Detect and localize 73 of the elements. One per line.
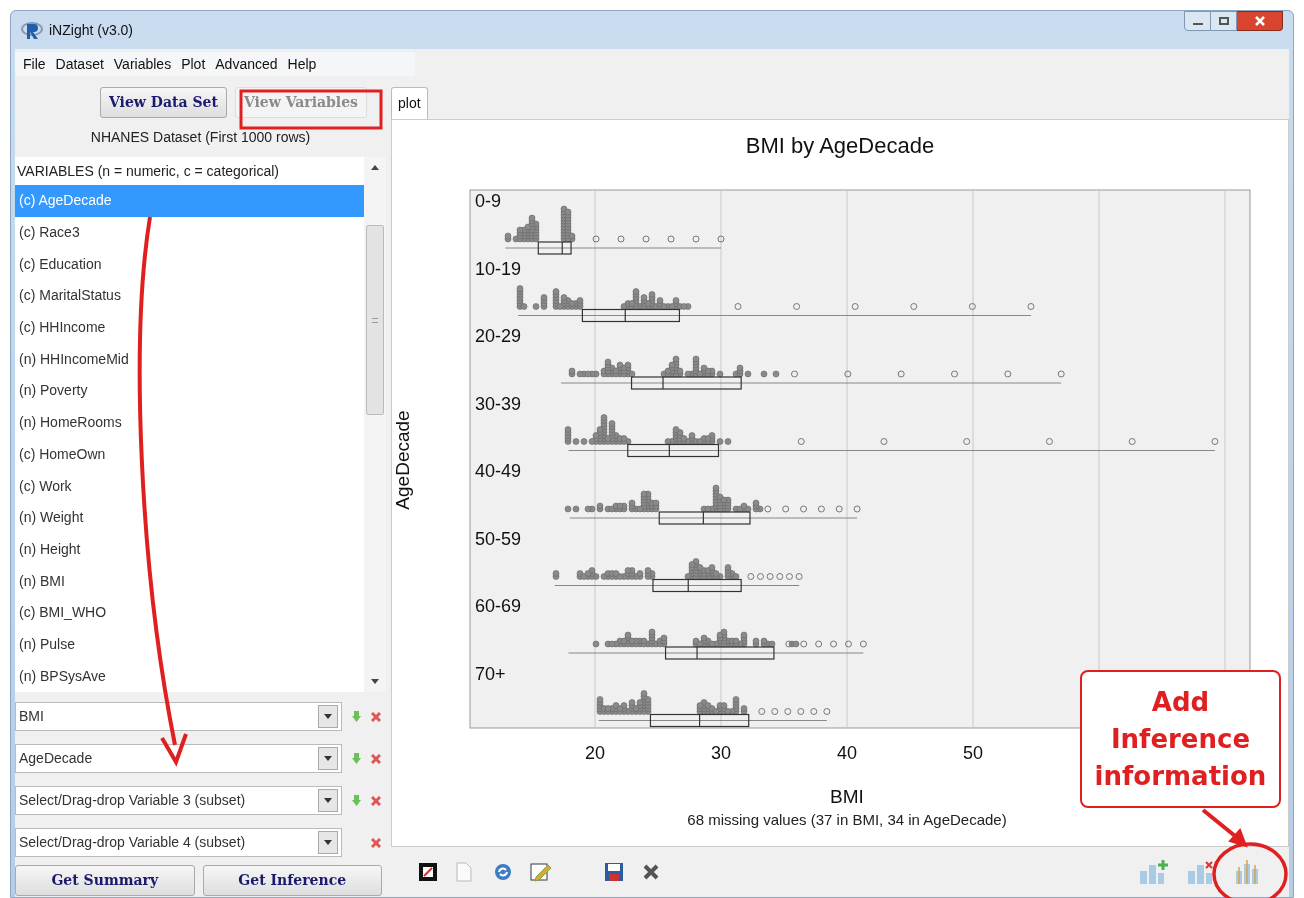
variable-item[interactable]: (c) Education [15,248,364,281]
group-label: 40-49 [475,461,522,481]
view-button[interactable]: View Data Set [100,87,227,118]
variable-item[interactable]: (n) HomeRooms [15,406,364,439]
menu-item[interactable]: Dataset [50,53,109,75]
close-button[interactable] [1237,11,1283,31]
menu-item[interactable]: File [18,53,51,75]
group-label: 0-9 [475,191,501,211]
variable-item[interactable]: (n) BMI [15,565,364,597]
missing-values-note: 68 missing values (37 in BMI, 34 in AgeDecade) [687,811,1007,828]
edit-icon[interactable] [530,861,552,883]
variable-dropdown[interactable]: AgeDecade [15,744,342,773]
menu-item[interactable]: Variables [108,53,177,75]
axis-tick-label: 50 [963,743,983,763]
r-logo-icon [21,20,43,40]
group-label: 10-19 [475,258,522,279]
graph-window-icon[interactable] [418,862,438,882]
minimize-button[interactable] [1184,11,1211,31]
scroll-thumb[interactable] [366,225,384,415]
variable-item[interactable]: (n) Height [15,533,364,566]
group-label: 50-59 [475,528,522,549]
dropdown-arrow-icon[interactable] [324,714,332,719]
plot-title: BMI by AgeDecade [745,133,935,158]
menu-item[interactable]: Help [282,53,322,75]
variable-item[interactable]: (n) Pulse [15,628,364,661]
plot-tab[interactable]: plot [391,87,428,119]
variable-item[interactable]: (c) HHIncome [15,311,364,344]
variable-item[interactable]: (n) HHIncomeMid [15,343,364,376]
refresh-icon[interactable] [494,863,512,881]
group-label: 20-29 [475,326,522,346]
variable-item[interactable]: (c) BMI_WHO [15,596,364,629]
callout-text: Add Inference information [1080,670,1281,808]
dropdown-arrow-icon[interactable] [324,798,332,803]
variable-dropdown[interactable]: Select/Drag-drop Variable 4 (subset) [15,828,342,857]
scroll-down-icon[interactable] [371,679,379,684]
scrollbar[interactable] [364,157,386,692]
axis-tick-label: 30 [711,743,731,763]
remove-icon[interactable] [371,753,381,764]
variable-item[interactable]: (n) BPSysAve [15,660,364,692]
variable-dropdown[interactable]: BMI [15,702,342,731]
axis-tick-label: 20 [585,743,605,763]
group-label: 30-39 [475,393,522,414]
action-button[interactable]: Get Inference [202,865,382,896]
dataset-label: NHANES Dataset (First 1000 rows) [89,128,312,147]
menu-item[interactable]: Plot [176,53,211,75]
add-chart-icon[interactable] [1139,859,1171,885]
y-axis-label: AgeDecade [392,410,413,510]
variable-item[interactable]: (c) HomeOwn [15,438,364,471]
group-label: 60-69 [475,596,522,616]
remove-icon[interactable] [371,837,381,848]
x-axis-label: BMI [830,786,864,807]
group-label: 70+ [475,663,506,684]
list-header: VARIABLES (n = numeric, c = categorical) [16,161,280,181]
variable-item[interactable]: (c) MaritalStatus [15,280,364,312]
close-icon[interactable] [642,863,660,881]
axis-tick-label: 40 [837,743,857,763]
window-title: iNZight (v3.0) [49,20,134,40]
maximize-button[interactable] [1211,11,1237,31]
variable-item[interactable]: (n) Poverty [15,375,364,407]
dropdown-arrow-icon[interactable] [324,756,332,761]
variable-item[interactable]: (n) Weight [15,501,364,534]
action-button[interactable]: Get Summary [15,865,195,896]
dropdown-arrow-icon[interactable] [324,840,332,845]
pointer-arrow [1201,808,1248,848]
remove-icon[interactable] [371,711,381,722]
save-icon[interactable] [604,862,624,882]
menu-item[interactable]: Advanced [210,53,283,75]
variable-item[interactable]: (c) Race3 [15,216,364,249]
scroll-up-icon[interactable] [371,165,379,170]
remove-icon[interactable] [371,795,381,806]
remove-chart-icon[interactable] [1187,859,1215,885]
variable-dropdown[interactable]: Select/Drag-drop Variable 3 (subset) [15,786,342,815]
variable-item[interactable]: (c) Work [15,470,364,502]
